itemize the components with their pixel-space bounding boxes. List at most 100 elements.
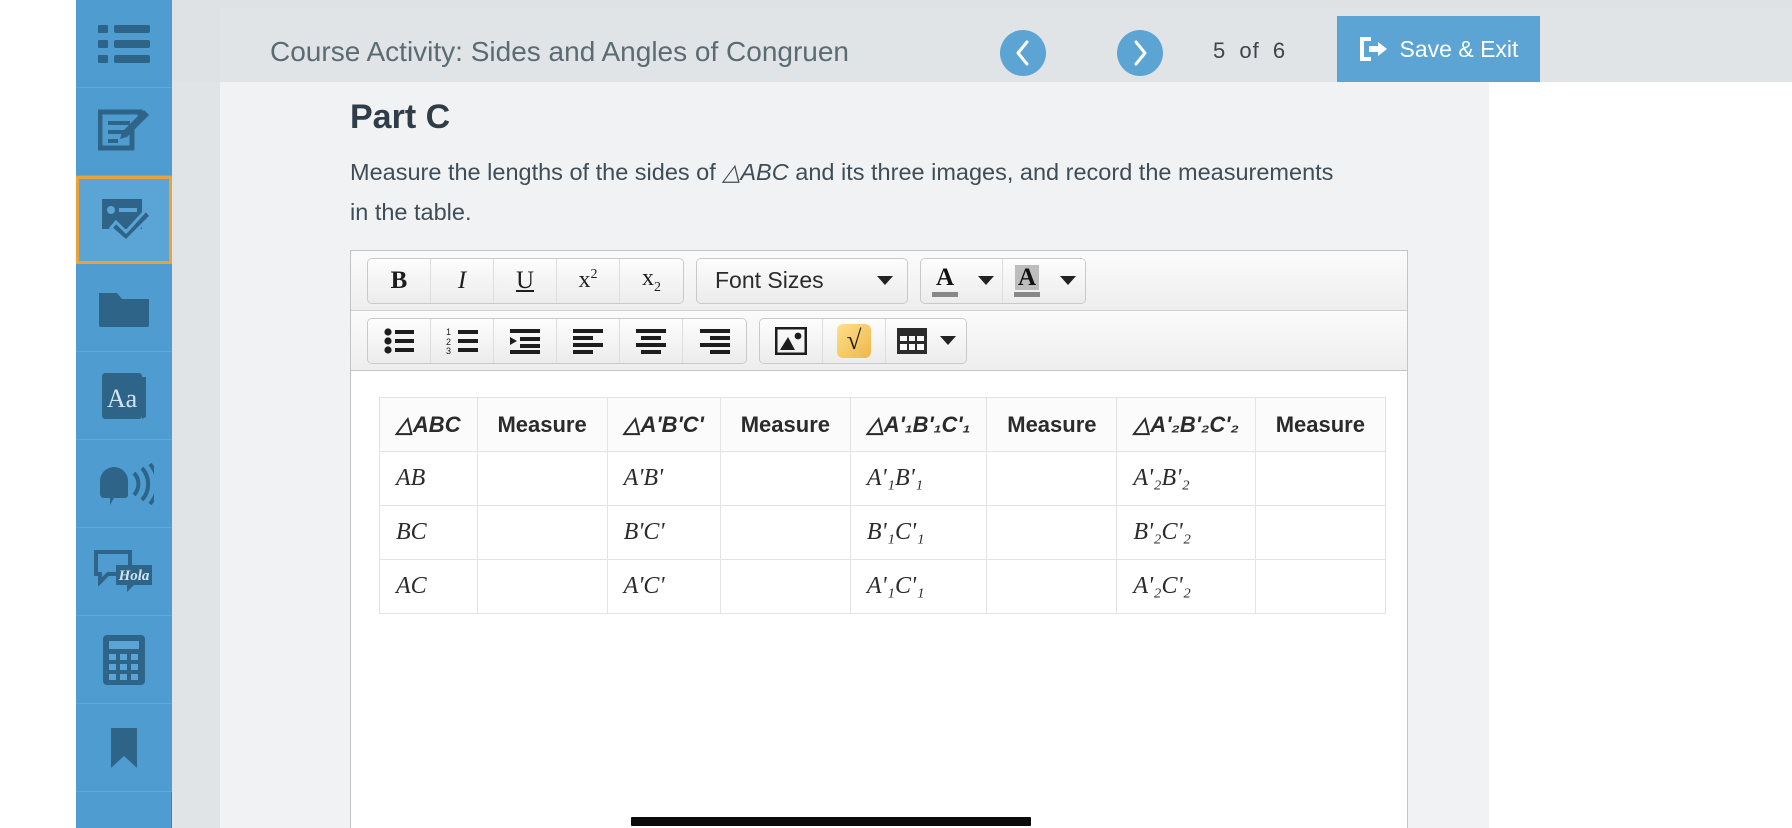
side-label-cell: AC — [379, 559, 478, 614]
chevron-down-icon — [977, 276, 994, 285]
align-center-icon — [636, 328, 666, 354]
editor-content-area[interactable]: △ABC Measure △A'B'C' Measure △A'₁B'₁C'₁ … — [351, 371, 1407, 828]
paragraph-group: 1 2 3 — [367, 317, 747, 364]
dictionary-icon: Aa — [98, 371, 150, 421]
sidebar-item-translate[interactable]: Hola — [76, 528, 172, 616]
list-icon — [98, 23, 150, 65]
sidebar-item-notes[interactable] — [76, 88, 172, 176]
align-left-icon — [573, 328, 603, 354]
side-label-cell: A'₁C'₁ — [849, 559, 988, 614]
measure-input-cell[interactable] — [719, 559, 851, 614]
font-sizes-dropdown[interactable]: Font Sizes — [697, 258, 907, 303]
side-label-cell: B'₁C'₁ — [849, 505, 988, 560]
insert-group: √ — [759, 317, 967, 364]
table-header-row: △ABC Measure △A'B'C' Measure △A'₁B'₁C'₁ … — [379, 397, 1386, 452]
bullet-list-icon — [384, 327, 414, 354]
indent-button[interactable] — [494, 318, 557, 363]
text-color-label: A — [935, 263, 955, 291]
horizontal-scrollbar[interactable] — [351, 813, 1407, 828]
next-page-button[interactable] — [1117, 30, 1163, 76]
subscript-button[interactable]: x2 — [620, 258, 683, 303]
insert-table-button[interactable] — [886, 318, 966, 363]
image-icon — [775, 326, 807, 355]
equation-button[interactable]: √ — [823, 318, 886, 363]
measure-input-cell[interactable] — [1254, 505, 1386, 560]
measurement-table: △ABC Measure △A'B'C' Measure △A'₁B'₁C'₁ … — [379, 397, 1386, 614]
measure-input-cell[interactable] — [719, 505, 851, 560]
page-title: Course Activity: Sides and Angles of Con… — [270, 36, 850, 67]
superscript-button[interactable]: x2 — [557, 258, 620, 303]
font-size-group: Font Sizes — [696, 257, 908, 304]
measure-input-cell[interactable] — [986, 451, 1118, 506]
italic-button[interactable]: I — [431, 258, 494, 303]
text-color-swatch — [932, 291, 958, 297]
bold-button[interactable]: B — [368, 258, 431, 303]
measure-input-cell[interactable] — [476, 559, 608, 614]
underline-button[interactable]: U — [494, 258, 557, 303]
chevron-down-icon — [1060, 276, 1076, 285]
content-right-panel — [1442, 82, 1792, 828]
measure-input-cell[interactable] — [1254, 559, 1386, 614]
align-left-button[interactable] — [557, 318, 620, 363]
sidebar-item-extra[interactable] — [76, 704, 172, 792]
table-header-cell: Measure — [986, 397, 1118, 452]
measure-input-cell[interactable] — [476, 451, 608, 506]
background-color-dropdown[interactable] — [1051, 258, 1085, 303]
save-and-exit-button[interactable]: Save & Exit — [1337, 16, 1540, 82]
align-right-icon — [699, 328, 730, 354]
sidebar-item-resources[interactable] — [76, 264, 172, 352]
page-total: 6 — [1272, 38, 1287, 63]
folder-icon — [97, 287, 151, 329]
previous-page-button[interactable] — [1000, 30, 1046, 76]
editor-toolbar-row-2: 1 2 3 √ — [351, 311, 1407, 371]
text-color-dropdown[interactable] — [969, 258, 1003, 303]
align-right-button[interactable] — [683, 318, 746, 363]
svg-text:3: 3 — [446, 346, 451, 354]
font-sizes-label: Font Sizes — [715, 267, 824, 293]
numbered-list-button[interactable]: 1 2 3 — [431, 318, 494, 363]
superscript-base: x — [578, 267, 591, 293]
assignment-check-icon — [98, 196, 150, 244]
side-label-cell: A'B' — [606, 451, 721, 506]
side-label-cell: BC — [379, 505, 478, 560]
sidebar-item-table-of-contents[interactable] — [76, 0, 172, 88]
side-label-cell: A'₁B'₁ — [849, 451, 988, 506]
indent-icon — [510, 328, 540, 354]
calculator-icon — [102, 634, 146, 686]
measure-input-cell[interactable] — [476, 505, 608, 560]
left-sidebar: Aa Hola — [76, 0, 172, 828]
background-color-button[interactable]: A — [1003, 258, 1051, 303]
notes-pencil-icon — [98, 108, 150, 156]
numbered-list-icon: 1 2 3 — [446, 328, 478, 354]
part-heading: Part C — [350, 98, 451, 136]
page-indicator: 5 of 6 — [1210, 38, 1289, 64]
table-header-cell: △A'₂B'₂C'₂ — [1116, 397, 1256, 452]
sidebar-item-glossary[interactable]: Aa — [76, 352, 172, 440]
measure-input-cell[interactable] — [986, 559, 1118, 614]
measure-input-cell[interactable] — [986, 505, 1118, 560]
sidebar-item-calculator[interactable] — [76, 616, 172, 704]
background-color-label: A — [1014, 264, 1040, 290]
sidebar-item-text-to-speech[interactable] — [76, 440, 172, 528]
align-center-button[interactable] — [620, 318, 683, 363]
rich-text-editor: B I U x2 x2 Font Sizes A A 1 2 3 √ △ABC … — [350, 250, 1408, 828]
measure-input-cell[interactable] — [1254, 451, 1386, 506]
horizontal-scrollbar-thumb[interactable] — [631, 817, 1031, 826]
insert-image-button[interactable] — [760, 318, 823, 363]
subscript-index: 2 — [654, 279, 661, 295]
table-header-cell: Measure — [719, 397, 851, 452]
sidebar-item-assignments[interactable] — [76, 176, 172, 264]
bullet-list-button[interactable] — [368, 318, 431, 363]
content-left-gutter — [172, 82, 220, 828]
table-header-cell: △A'₁B'₁C'₁ — [849, 397, 988, 452]
table-row: BC B'C' B'₁C'₁ B'₂C'₂ — [379, 505, 1386, 560]
header-inner: Course Activity: Sides and Angles of Con… — [220, 8, 1792, 82]
editor-toolbar-row-1: B I U x2 x2 Font Sizes A A — [351, 251, 1407, 311]
text-color-button[interactable]: A — [921, 258, 969, 303]
chevron-right-icon — [1134, 40, 1147, 66]
svg-text:Aa: Aa — [107, 384, 138, 413]
table-header-cell: △A'B'C' — [606, 397, 721, 452]
table-header-cell: Measure — [476, 397, 608, 452]
table-row: AB A'B' A'₁B'₁ A'₂B'₂ — [379, 451, 1386, 506]
measure-input-cell[interactable] — [719, 451, 851, 506]
